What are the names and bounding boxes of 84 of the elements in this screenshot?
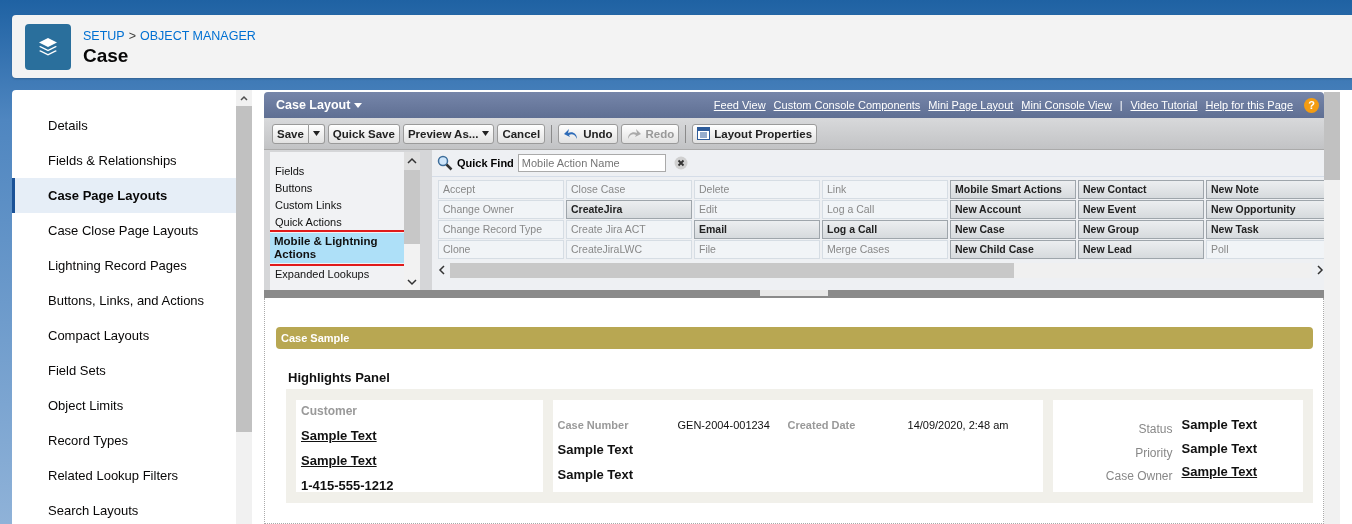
field-value: Sample Text [1181, 440, 1258, 456]
field-label: Case Owner [1104, 469, 1173, 484]
palette-action[interactable]: New Task [1206, 220, 1324, 239]
category-item[interactable]: Buttons [270, 180, 404, 197]
undo-icon [563, 127, 580, 140]
scrollbar[interactable] [236, 90, 252, 524]
palette-action[interactable]: Mobile Smart Actions [950, 180, 1076, 199]
sidebar-item[interactable]: Record Types [12, 423, 236, 458]
save-button[interactable]: Save [272, 123, 309, 144]
caret-icon [482, 131, 490, 136]
section-header: Case Sample [276, 327, 1313, 349]
sidebar-item[interactable]: Case Close Page Layouts [12, 213, 236, 248]
field-value: 1-415-555-1212 [301, 478, 394, 493]
clear-icon[interactable] [673, 156, 688, 170]
header-link[interactable]: Mini Page Layout [928, 99, 1014, 111]
palette-action[interactable]: New Case [950, 220, 1076, 239]
quick-find-label: Quick Find [457, 157, 514, 169]
quick-find-field[interactable]: Mobile Action Name [517, 154, 666, 172]
toolbar-button[interactable]: Cancel [497, 123, 546, 144]
redo-icon [625, 127, 642, 140]
palette-action[interactable]: CreateJira [566, 200, 692, 219]
sidebar-item[interactable]: Fields & Relationships [12, 143, 236, 178]
field-label: Case Number [557, 419, 630, 431]
field-link[interactable]: Sample Text [1181, 464, 1258, 480]
field-value: GEN-2004-001234 [677, 419, 771, 431]
help-link[interactable]: Video Tutorial [1130, 99, 1198, 111]
sidebar-item[interactable]: Search Layouts [12, 493, 236, 524]
palette-action[interactable]: New Contact [1078, 180, 1204, 199]
field-label: Status [1137, 421, 1173, 436]
toolbar-button[interactable]: Quick Save [327, 123, 400, 144]
field-value: Sample Text [557, 467, 634, 482]
sidebar-item[interactable]: Related Lookup Filters [12, 458, 236, 493]
caret-icon[interactable] [354, 102, 363, 108]
category-item[interactable]: Custom Links [270, 197, 404, 214]
palette-action[interactable]: New Child Case [950, 240, 1076, 259]
category-item[interactable]: Fields [270, 163, 404, 180]
palette-action[interactable]: New Account [950, 200, 1076, 219]
field-value: 14/09/2020, 2:48 am [907, 419, 1010, 431]
palette-action[interactable]: New Note [1206, 180, 1324, 199]
palette-action[interactable]: New Event [1078, 200, 1204, 219]
page-title: Case [83, 44, 130, 67]
field-link[interactable]: Sample Text [301, 453, 377, 468]
search-icon [437, 155, 453, 171]
palette-action[interactable]: New Group [1078, 220, 1204, 239]
scrollbar-thumb[interactable] [236, 106, 252, 432]
sidebar-item[interactable]: Compact Layouts [12, 318, 236, 353]
table-icon [697, 127, 711, 140]
header-link[interactable]: Custom Console Components [773, 99, 921, 111]
breadcrumb-separator: > [128, 28, 136, 43]
category-item[interactable]: Mobile & Lightning Actions [270, 233, 404, 263]
scroll-left-icon[interactable] [438, 264, 446, 276]
help-link[interactable]: Help for this Page [1205, 99, 1293, 111]
category-item[interactable]: Quick Actions [270, 214, 404, 231]
field-link[interactable]: Sample Text [301, 428, 377, 443]
breadcrumb-link[interactable]: OBJECT MANAGER [140, 28, 256, 43]
sidebar-item[interactable]: Details [12, 108, 236, 143]
field-value: Sample Text [557, 442, 634, 457]
toolbar-button[interactable]: Undo [558, 123, 618, 144]
palette-action[interactable]: New Lead [1078, 240, 1204, 259]
toolbar-button[interactable]: Preview As... [402, 123, 495, 144]
layers-icon [37, 35, 59, 58]
toolbar-button[interactable]: Layout Properties [692, 123, 818, 144]
scrollbar[interactable] [1324, 92, 1340, 524]
sidebar-item[interactable]: Lightning Record Pages [12, 248, 236, 283]
field-value: Sample Text [1181, 417, 1258, 432]
sidebar-item[interactable]: Object Limits [12, 388, 236, 423]
field-label: Customer [301, 404, 358, 418]
field-label: Priority [1134, 445, 1173, 460]
scroll-right-icon[interactable] [1316, 264, 1324, 276]
field-label: Created Date [787, 419, 857, 431]
caret-icon [312, 131, 320, 136]
panel-title: Highlights Panel [288, 370, 391, 385]
header-link[interactable]: Feed View [713, 99, 766, 111]
layout-title[interactable]: Case Layout [276, 98, 351, 112]
palette-action[interactable]: New Opportunity [1206, 200, 1324, 219]
sidebar-item[interactable]: Field Sets [12, 353, 236, 388]
breadcrumb-link[interactable]: SETUP [83, 28, 125, 43]
sidebar-item[interactable]: Buttons, Links, and Actions [12, 283, 236, 318]
category-item[interactable]: Expanded Lookups [270, 266, 404, 283]
sidebar-item[interactable]: Case Page Layouts [12, 178, 236, 213]
palette-action[interactable]: Log a Call [822, 220, 948, 239]
palette-action[interactable]: Email [694, 220, 820, 239]
link-separator: | [1119, 99, 1123, 111]
header-link[interactable]: Mini Console View [1021, 99, 1112, 111]
